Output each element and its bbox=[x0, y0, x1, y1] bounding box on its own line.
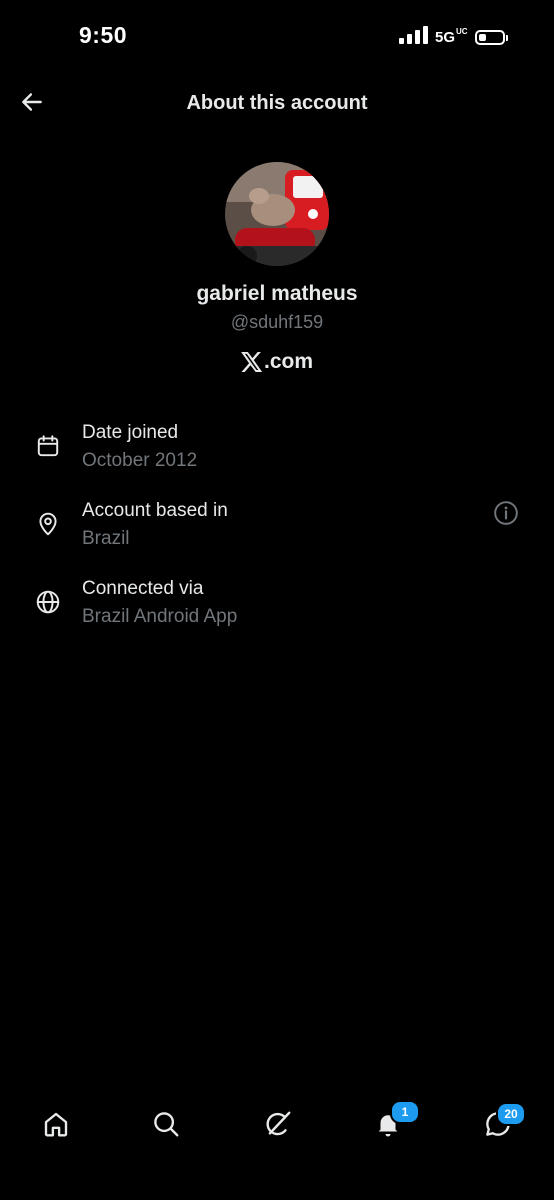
site-domain: .com bbox=[263, 350, 313, 373]
signal-icon bbox=[398, 26, 429, 49]
nav-notifications[interactable]: 1 bbox=[368, 1100, 420, 1146]
home-icon bbox=[41, 1109, 71, 1144]
location-pin-icon bbox=[34, 510, 62, 538]
avatar[interactable] bbox=[225, 162, 329, 266]
info-button[interactable] bbox=[493, 500, 519, 531]
connected-via-row: Connected via Brazil Android App bbox=[0, 578, 554, 642]
network-type: 5G UC bbox=[434, 28, 468, 47]
notifications-badge: 1 bbox=[390, 1100, 420, 1124]
bottom-nav: 1 20 bbox=[0, 1090, 554, 1160]
nav-grok[interactable] bbox=[258, 1106, 298, 1146]
display-name: gabriel matheus bbox=[196, 282, 358, 305]
date-joined-label: Date joined bbox=[82, 422, 179, 443]
network-type-sup: UC bbox=[456, 27, 468, 36]
network-type-label: 5G bbox=[434, 29, 455, 46]
status-bar: 9:50 5G UC bbox=[0, 0, 554, 76]
date-joined-row: Date joined October 2012 bbox=[0, 422, 554, 486]
account-based-in-value: Brazil bbox=[82, 528, 130, 549]
account-based-in-row: Account based in Brazil bbox=[0, 500, 554, 564]
info-circle-icon bbox=[493, 500, 519, 531]
connected-via-value: Brazil Android App bbox=[82, 606, 238, 627]
status-time: 9:50 bbox=[79, 22, 128, 48]
nav-messages[interactable]: 20 bbox=[478, 1102, 526, 1146]
status-indicators: 5G UC bbox=[398, 26, 508, 49]
x-logo-icon bbox=[241, 352, 263, 372]
date-joined-value: October 2012 bbox=[82, 450, 198, 471]
nav-home[interactable] bbox=[36, 1106, 76, 1146]
grok-icon bbox=[263, 1109, 293, 1144]
x-com-label: .com bbox=[0, 350, 554, 374]
battery-icon bbox=[475, 30, 508, 45]
calendar-icon bbox=[34, 432, 62, 460]
globe-icon bbox=[34, 588, 62, 616]
search-icon bbox=[151, 1109, 181, 1144]
battery-level bbox=[479, 34, 486, 41]
account-based-in-label: Account based in bbox=[82, 500, 228, 521]
nav-search[interactable] bbox=[146, 1106, 186, 1146]
header: About this account bbox=[0, 80, 554, 130]
messages-badge: 20 bbox=[496, 1102, 526, 1126]
connected-via-label: Connected via bbox=[82, 578, 204, 599]
page-title: About this account bbox=[186, 92, 368, 114]
user-handle: @sduhf159 bbox=[230, 312, 324, 332]
